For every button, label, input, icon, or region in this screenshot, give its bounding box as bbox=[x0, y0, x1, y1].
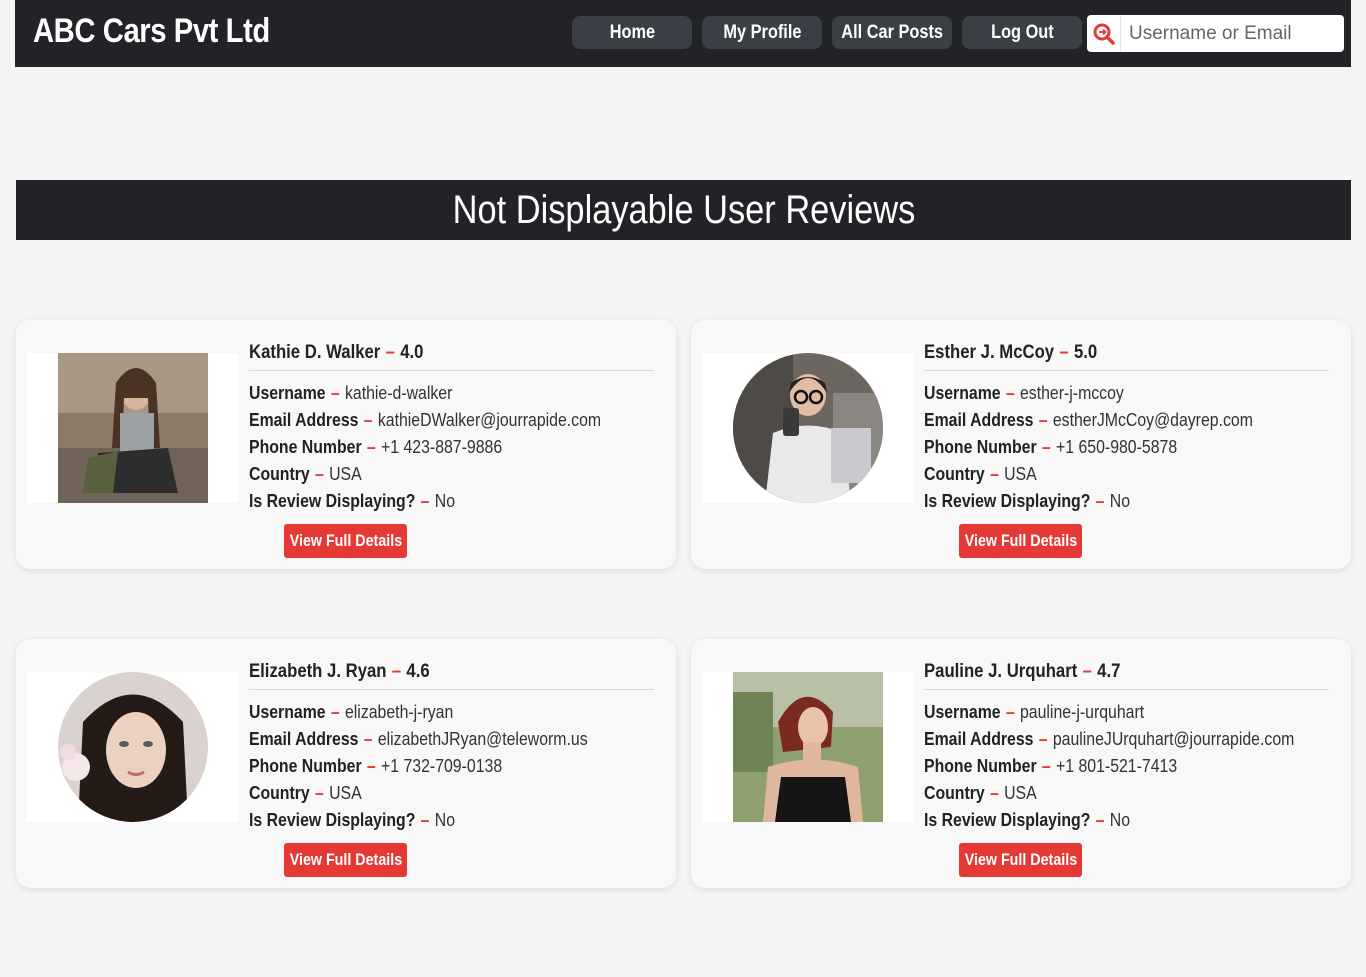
rating: 4.0 bbox=[400, 342, 424, 363]
reviewer-name: Esther J. McCoy bbox=[924, 342, 1055, 363]
displaying-value: No bbox=[1109, 491, 1131, 511]
displaying-value: No bbox=[434, 810, 456, 830]
displaying-value: No bbox=[1109, 810, 1131, 830]
displaying-label: Is Review Displaying? bbox=[924, 491, 1091, 511]
brand-logo[interactable]: ABC Cars Pvt Ltd bbox=[33, 12, 270, 51]
country-label: Country bbox=[249, 464, 310, 484]
email-value: estherJMcCoy@dayrep.com bbox=[1052, 410, 1253, 430]
view-full-details-button[interactable]: View Full Details bbox=[284, 524, 407, 558]
username-label: Username bbox=[924, 383, 1001, 403]
review-card: Elizabeth J. Ryan –4.6 Username – elizabeth… bbox=[16, 639, 676, 888]
phone-label: Phone Number bbox=[924, 437, 1037, 457]
nav-car-posts-button[interactable]: All Car Posts bbox=[832, 16, 952, 49]
user-photo bbox=[58, 353, 208, 503]
reviewer-name: Kathie D. Walker bbox=[249, 342, 381, 363]
view-full-details-button[interactable]: View Full Details bbox=[959, 524, 1082, 558]
section-title: Not Displayable User Reviews bbox=[452, 187, 915, 232]
email-label: Email Address bbox=[924, 729, 1034, 749]
email-value: elizabethJRyan@teleworm.us bbox=[377, 729, 588, 749]
username-label: Username bbox=[249, 383, 326, 403]
search-box bbox=[1087, 15, 1344, 52]
photo-frame bbox=[702, 353, 914, 503]
user-photo bbox=[733, 353, 883, 503]
email-value: paulineJUrquhart@jourrapide.com bbox=[1052, 729, 1295, 749]
section-title-banner: Not Displayable User Reviews bbox=[16, 180, 1351, 240]
review-card: Kathie D. Walker –4.0 Username – kathie-d-w… bbox=[16, 320, 676, 569]
top-navbar: ABC Cars Pvt Ltd Home My Profile All Car… bbox=[15, 0, 1351, 67]
email-label: Email Address bbox=[924, 410, 1034, 430]
country-value: USA bbox=[1004, 464, 1037, 484]
review-info: Pauline J. Urquhart –4.7 Username – pauline… bbox=[924, 661, 1329, 834]
country-label: Country bbox=[924, 464, 985, 484]
phone-value: +1 732-709-0138 bbox=[381, 756, 503, 776]
rating: 5.0 bbox=[1073, 342, 1098, 363]
username-value: pauline-j-urquhart bbox=[1019, 702, 1145, 722]
photo-frame bbox=[27, 353, 239, 503]
displaying-label: Is Review Displaying? bbox=[249, 491, 416, 511]
rating: 4.7 bbox=[1097, 661, 1121, 682]
displaying-label: Is Review Displaying? bbox=[924, 810, 1091, 830]
username-label: Username bbox=[249, 702, 326, 722]
review-card: Esther J. McCoy –5.0 Username – esther-j-mc… bbox=[691, 320, 1351, 569]
view-full-details-button[interactable]: View Full Details bbox=[959, 843, 1082, 877]
reviewer-name: Elizabeth J. Ryan bbox=[249, 661, 387, 682]
nav-profile-button[interactable]: My Profile bbox=[702, 16, 822, 49]
phone-value: +1 423-887-9886 bbox=[381, 437, 503, 457]
view-full-details-button[interactable]: View Full Details bbox=[284, 843, 407, 877]
phone-label: Phone Number bbox=[249, 756, 362, 776]
search-input[interactable] bbox=[1129, 22, 1339, 45]
phone-value: +1 650-980-5878 bbox=[1056, 437, 1178, 457]
displaying-value: No bbox=[434, 491, 456, 511]
nav-home-button[interactable]: Home bbox=[572, 16, 692, 49]
email-label: Email Address bbox=[249, 729, 359, 749]
country-value: USA bbox=[329, 464, 362, 484]
reviewer-name: Pauline J. Urquhart bbox=[924, 661, 1078, 682]
displaying-label: Is Review Displaying? bbox=[249, 810, 416, 830]
country-value: USA bbox=[329, 783, 362, 803]
photo-frame bbox=[27, 672, 239, 822]
country-value: USA bbox=[1004, 783, 1037, 803]
country-label: Country bbox=[249, 783, 310, 803]
username-label: Username bbox=[924, 702, 1001, 722]
country-label: Country bbox=[924, 783, 985, 803]
photo-frame bbox=[702, 672, 914, 822]
email-label: Email Address bbox=[249, 410, 359, 430]
review-info: Esther J. McCoy –5.0 Username – esther-j-mc… bbox=[924, 342, 1329, 515]
review-info: Elizabeth J. Ryan –4.6 Username – elizabeth… bbox=[249, 661, 654, 834]
search-icon[interactable] bbox=[1087, 15, 1121, 52]
user-photo bbox=[58, 672, 208, 822]
username-value: elizabeth-j-ryan bbox=[344, 702, 454, 722]
phone-value: +1 801-521-7413 bbox=[1056, 756, 1178, 776]
review-info: Kathie D. Walker –4.0 Username – kathie-d-w… bbox=[249, 342, 654, 515]
review-card: Pauline J. Urquhart –4.7 Username – pauline… bbox=[691, 639, 1351, 888]
username-value: esther-j-mccoy bbox=[1019, 383, 1124, 403]
phone-label: Phone Number bbox=[249, 437, 362, 457]
username-value: kathie-d-walker bbox=[344, 383, 453, 403]
phone-label: Phone Number bbox=[924, 756, 1037, 776]
email-value: kathieDWalker@jourrapide.com bbox=[377, 410, 602, 430]
user-photo bbox=[733, 672, 883, 822]
nav-logout-button[interactable]: Log Out bbox=[962, 16, 1082, 49]
rating: 4.6 bbox=[406, 661, 430, 682]
